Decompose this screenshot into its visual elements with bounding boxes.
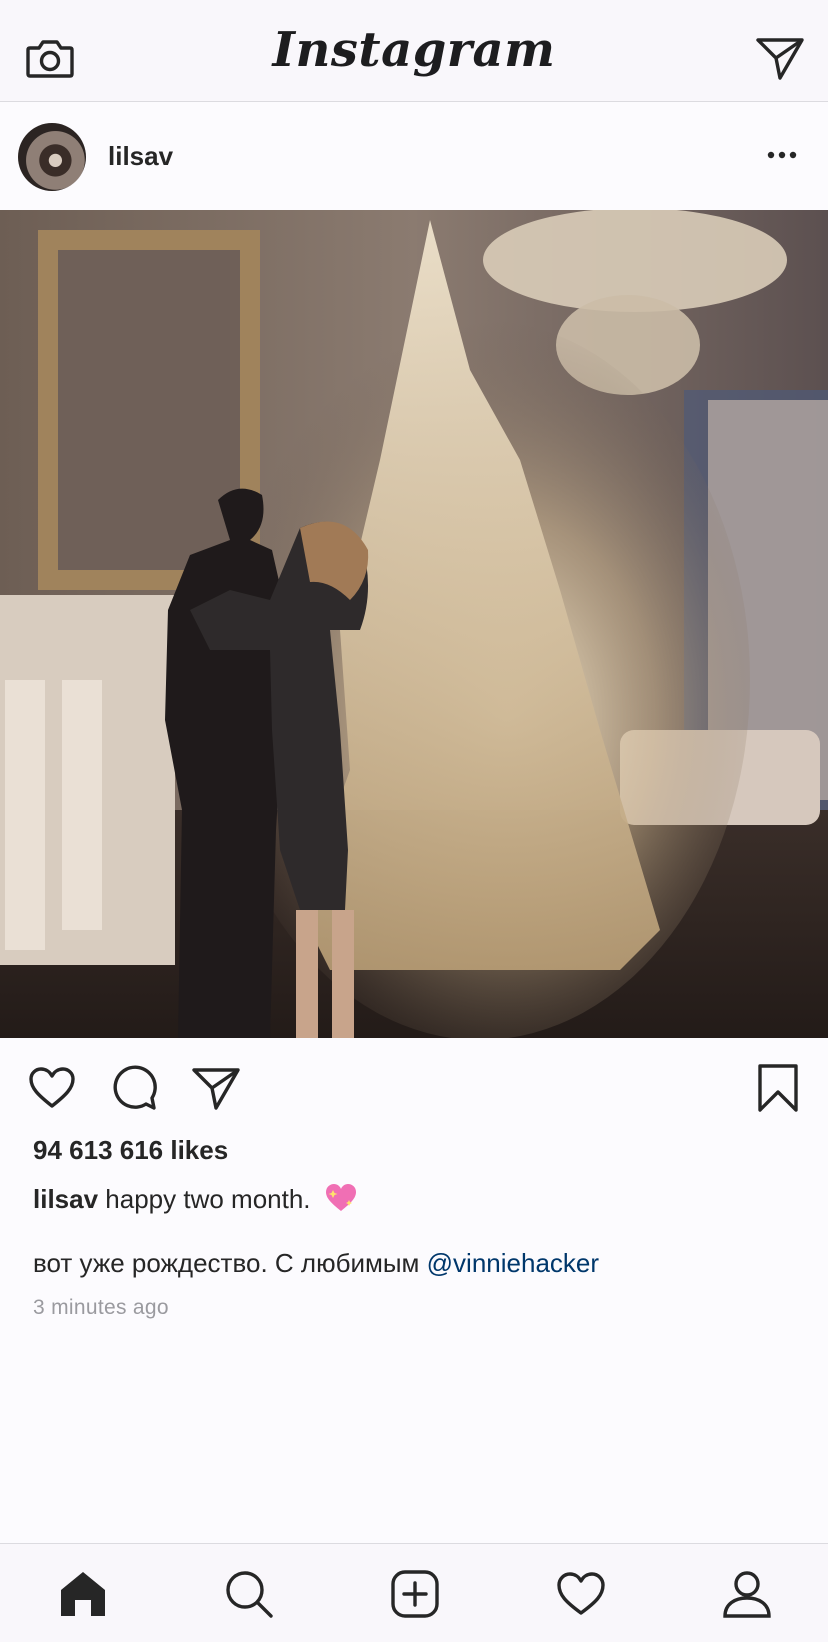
comment-icon[interactable] [108, 1062, 160, 1114]
bottom-nav [0, 1543, 828, 1642]
post-actions [0, 1038, 828, 1134]
search-icon[interactable] [221, 1566, 277, 1622]
add-post-icon[interactable] [387, 1566, 443, 1622]
direct-message-icon[interactable] [754, 34, 806, 82]
caption-line-2-text: вот уже рождество. С любимым [33, 1248, 420, 1278]
sparkling-heart-emoji [324, 1180, 358, 1214]
heart-icon[interactable] [26, 1062, 78, 1114]
bookmark-icon[interactable] [752, 1062, 804, 1114]
instagram-logo: Instagram [272, 22, 556, 78]
post-username[interactable]: lilsav [108, 141, 173, 172]
post-timestamp: 3 minutes ago [33, 1296, 169, 1319]
mention-link[interactable]: @vinniehacker [427, 1248, 599, 1278]
caption-text: happy two month. [105, 1184, 311, 1214]
photo-illustration [0, 210, 828, 1038]
post-header: lilsav [0, 103, 828, 210]
top-bar: Instagram [0, 0, 828, 102]
home-icon[interactable] [55, 1566, 111, 1622]
post-photo[interactable] [0, 210, 828, 1038]
paper-plane-icon[interactable] [190, 1062, 242, 1114]
heart-icon[interactable] [553, 1566, 609, 1622]
profile-icon[interactable] [719, 1566, 775, 1622]
likes-count[interactable]: 94 613 616 likes [33, 1135, 228, 1166]
caption-username[interactable]: lilsav [33, 1184, 98, 1214]
avatar[interactable] [18, 123, 86, 191]
caption-line-2: вот уже рождество. С любимым @vinniehack… [33, 1248, 599, 1279]
caption: lilsav happy two month. [33, 1180, 358, 1215]
more-dots-icon[interactable] [762, 143, 802, 167]
